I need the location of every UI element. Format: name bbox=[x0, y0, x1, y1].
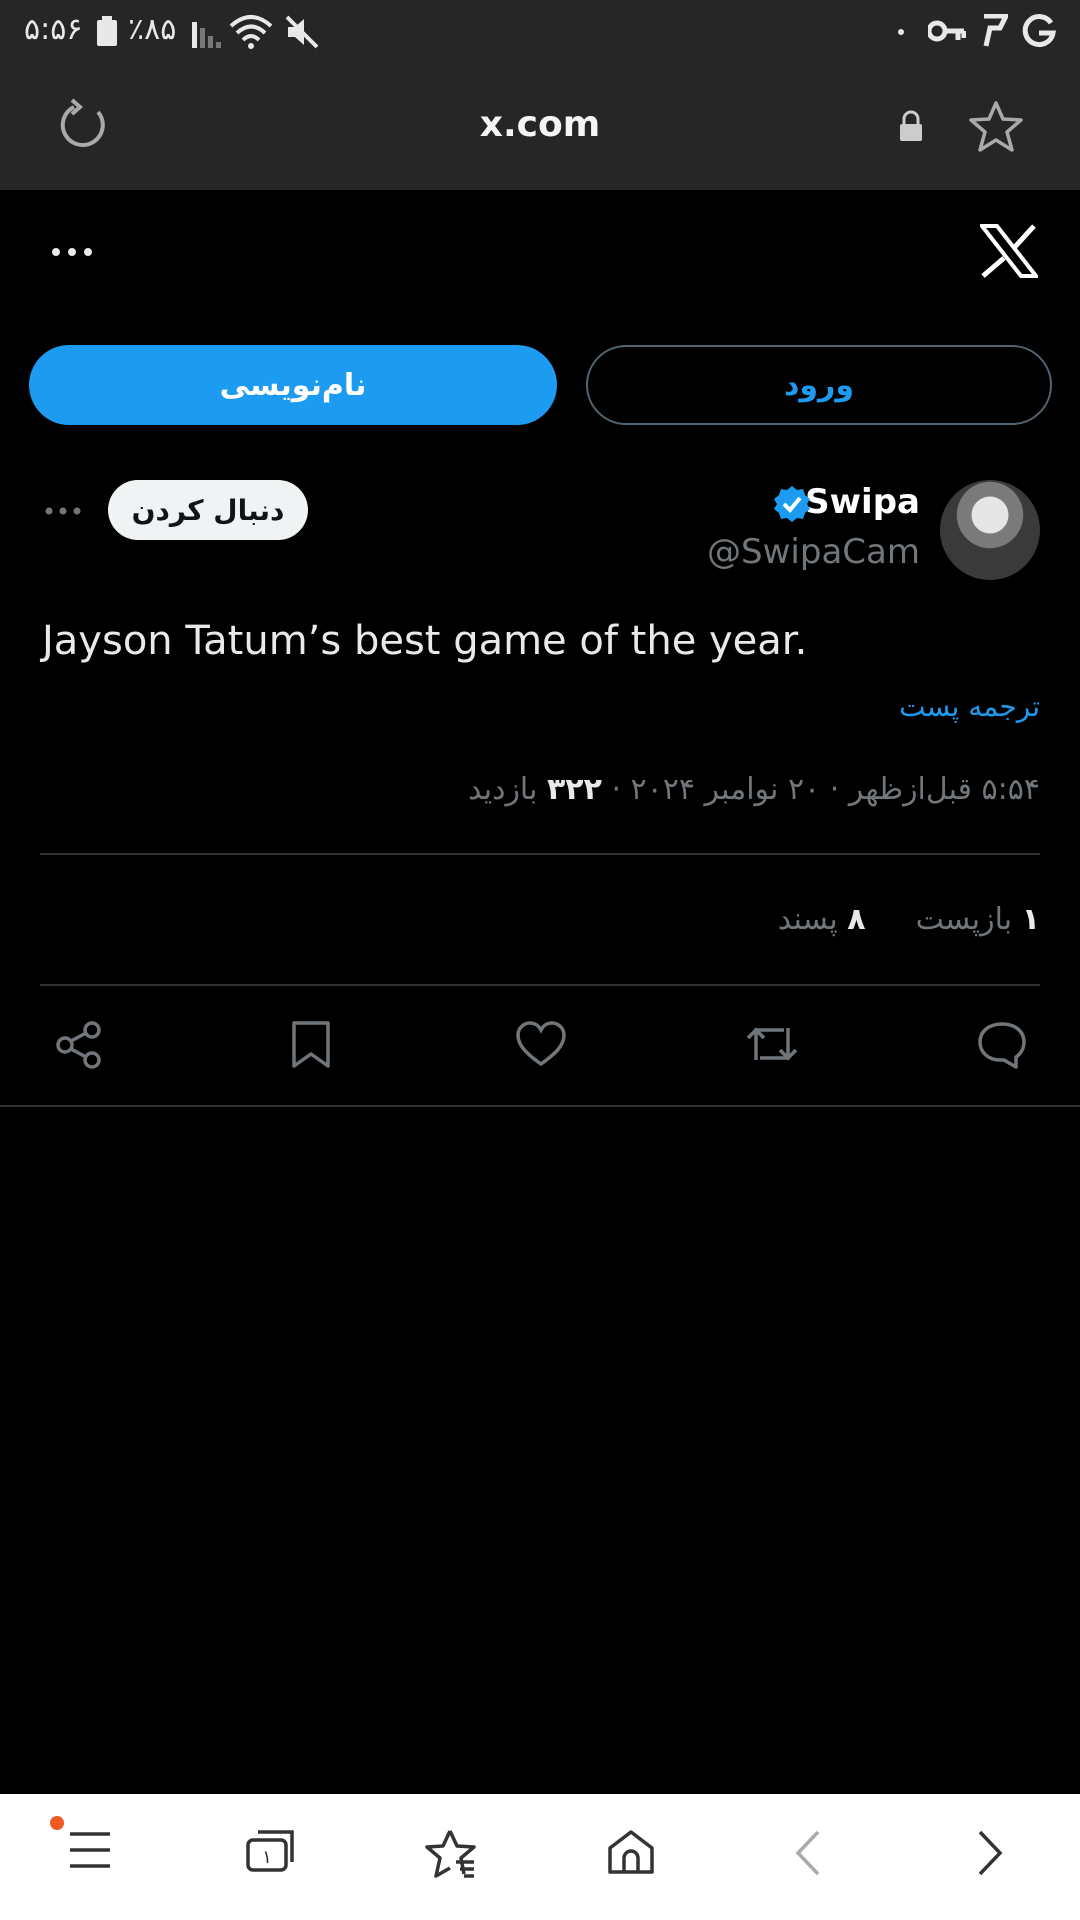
views-count: ۳۲۲ bbox=[546, 772, 602, 807]
more-horizontal-icon[interactable] bbox=[50, 246, 94, 258]
x-logo-icon[interactable] bbox=[980, 224, 1038, 278]
post-text: Jayson Tatum’s best game of the year. bbox=[42, 618, 808, 664]
likes-label: پسند bbox=[777, 902, 838, 937]
key-icon bbox=[928, 18, 966, 44]
home-icon[interactable] bbox=[606, 1828, 656, 1876]
username[interactable]: @SwipaCam bbox=[707, 532, 920, 572]
stats-row: ۱ بازپست ۸ پسند bbox=[778, 902, 1040, 937]
reposts-count: ۱ bbox=[1021, 902, 1040, 937]
bookmarks-icon[interactable] bbox=[424, 1828, 478, 1880]
bottom-nav: ۱ bbox=[0, 1794, 1080, 1920]
likes-stat[interactable]: ۸ پسند bbox=[778, 902, 866, 937]
translate-post-link[interactable]: ترجمه پست bbox=[899, 690, 1040, 723]
google-icon bbox=[1022, 14, 1056, 48]
mute-icon bbox=[284, 14, 320, 50]
divider bbox=[0, 1105, 1080, 1107]
verified-badge-icon bbox=[772, 484, 812, 524]
post-more-icon[interactable] bbox=[44, 506, 82, 516]
signal-icon bbox=[190, 18, 222, 48]
post-meta: ۵:۵۴ قبل‌ازظهر · ۲۰ نوامبر ۲۰۲۴ · ۳۲۲ با… bbox=[468, 772, 1040, 807]
divider bbox=[40, 853, 1040, 855]
status-time: ۵:۵۶ bbox=[24, 12, 83, 47]
wifi-icon bbox=[228, 14, 274, 50]
dot-icon bbox=[897, 28, 905, 36]
lock-icon[interactable] bbox=[898, 110, 924, 142]
back-icon[interactable] bbox=[792, 1828, 822, 1878]
divider bbox=[40, 984, 1040, 986]
display-name[interactable]: Swipa bbox=[805, 482, 920, 522]
meta-separator: · bbox=[611, 772, 621, 807]
tabs-count: ۱ bbox=[262, 1847, 272, 1868]
star-icon[interactable] bbox=[968, 100, 1024, 154]
post-time[interactable]: ۵:۵۴ قبل‌ازظهر bbox=[849, 772, 1040, 807]
meta-separator: · bbox=[829, 772, 840, 807]
views-label: بازدید bbox=[467, 772, 538, 807]
browser-toolbar: x.com bbox=[0, 62, 1080, 190]
battery-icon bbox=[96, 16, 118, 46]
forward-icon[interactable] bbox=[976, 1828, 1006, 1878]
reposts-label: بازپست bbox=[915, 902, 1013, 937]
repost-icon[interactable] bbox=[744, 1020, 800, 1068]
notification-dot bbox=[50, 1816, 64, 1830]
menu-icon[interactable] bbox=[68, 1828, 112, 1872]
reposts-stat[interactable]: ۱ بازپست bbox=[916, 902, 1040, 937]
p-app-icon bbox=[980, 14, 1008, 48]
status-bar: ۵:۵۶ ٪۸۵ bbox=[0, 0, 1080, 62]
like-icon[interactable] bbox=[514, 1020, 568, 1068]
battery-percent: ٪۸۵ bbox=[128, 12, 177, 47]
reply-icon[interactable] bbox=[976, 1020, 1028, 1070]
likes-count: ۸ bbox=[847, 902, 866, 937]
share-icon[interactable] bbox=[54, 1020, 104, 1070]
signup-button[interactable]: نام‌نویسی bbox=[29, 345, 557, 425]
bookmark-icon[interactable] bbox=[290, 1020, 332, 1070]
tabs-icon[interactable]: ۱ bbox=[244, 1828, 298, 1874]
login-button[interactable]: ورود bbox=[586, 345, 1052, 425]
avatar[interactable] bbox=[940, 480, 1040, 580]
post-date[interactable]: ۲۰ نوامبر ۲۰۲۴ bbox=[631, 772, 821, 807]
follow-button[interactable]: دنبال کردن bbox=[108, 480, 308, 540]
